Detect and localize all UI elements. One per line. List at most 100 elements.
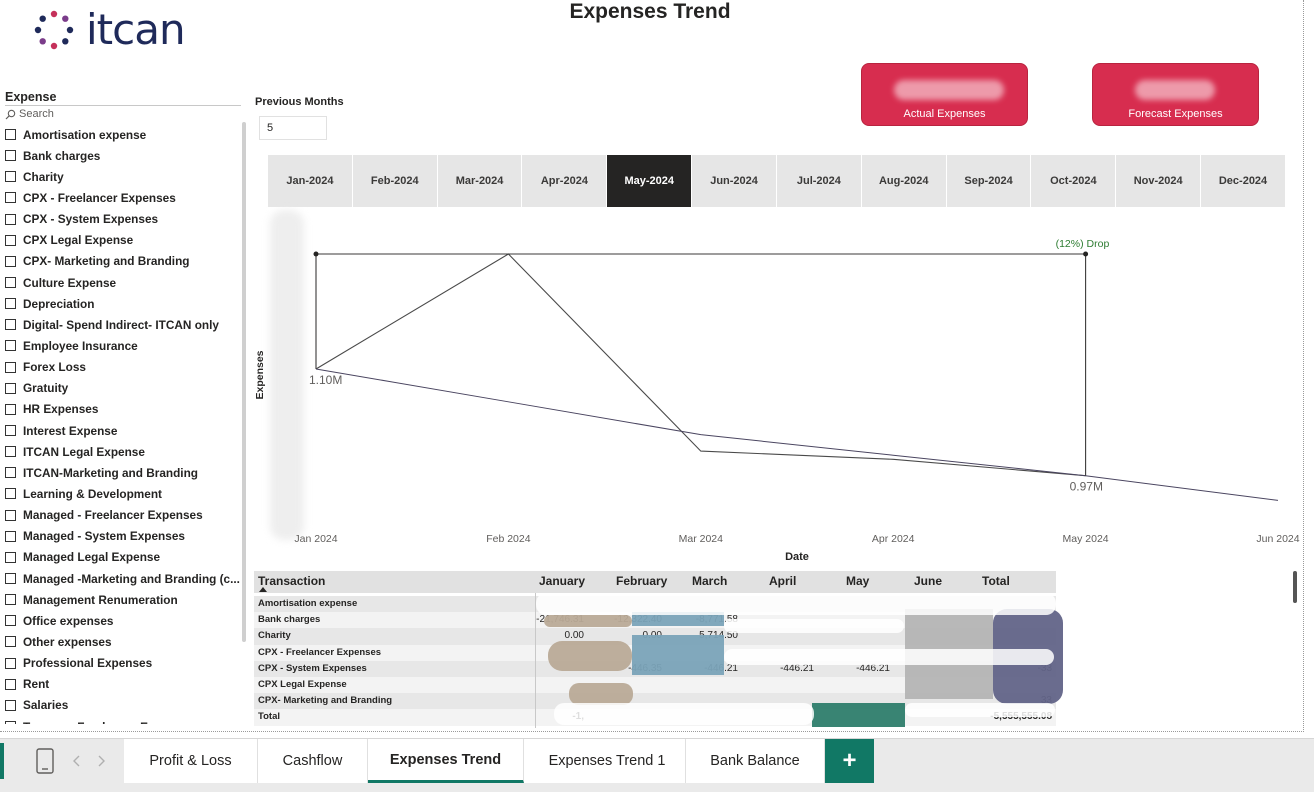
checkbox[interactable] [5, 509, 16, 521]
checkbox[interactable] [5, 657, 16, 669]
month-tab[interactable]: Apr-2024 [522, 155, 608, 207]
slicer-item[interactable]: Interest Expense [5, 420, 243, 441]
slicer-item[interactable]: Managed -Marketing and Branding (c... [5, 568, 243, 589]
tab-expenses-trend-1[interactable]: Expenses Trend 1 [524, 739, 686, 783]
month-tab[interactable]: Aug-2024 [862, 155, 947, 207]
header-march[interactable]: March [692, 574, 727, 588]
slicer-item-label: Professional Expenses [23, 656, 153, 671]
slicer-item[interactable]: Culture Expense [5, 272, 243, 293]
slicer-item[interactable]: Amortisation expense [5, 124, 243, 145]
checkbox[interactable] [5, 678, 16, 690]
previous-months-input[interactable]: 5 [259, 116, 327, 140]
slicer-item-label: CPX - System Expenses [23, 212, 159, 227]
slicer-item[interactable]: Bank charges [5, 145, 243, 166]
checkbox[interactable] [5, 721, 16, 724]
slicer-item[interactable]: Managed - System Expenses [5, 526, 243, 547]
checkbox[interactable] [5, 234, 16, 246]
slicer-item[interactable]: Tassmo - Freelancer Expenses [5, 716, 243, 724]
header-january[interactable]: January [539, 574, 585, 588]
mobile-layout-icon[interactable] [36, 748, 54, 774]
tab-bar-indicator [0, 743, 4, 779]
slicer-item[interactable]: Office expenses [5, 610, 243, 631]
checkbox[interactable] [5, 129, 16, 141]
checkbox[interactable] [5, 636, 16, 648]
slicer-item[interactable]: Gratuity [5, 378, 243, 399]
header-may[interactable]: May [846, 574, 869, 588]
slicer-item[interactable]: CPX- Marketing and Branding [5, 251, 243, 272]
slicer-item[interactable]: Forex Loss [5, 357, 243, 378]
slicer-item[interactable]: Other expenses [5, 631, 243, 652]
slicer-item[interactable]: Digital- Spend Indirect- ITCAN only [5, 314, 243, 335]
chevron-right-icon[interactable] [96, 755, 106, 767]
slicer-item[interactable]: Rent [5, 674, 243, 695]
checkbox[interactable] [5, 615, 16, 627]
month-tab[interactable]: Jun-2024 [692, 155, 777, 207]
tab-label: Expenses Trend 1 [548, 753, 666, 769]
slicer-item-label: CPX Legal Expense [23, 233, 134, 248]
header-april[interactable]: April [769, 574, 796, 588]
month-tab[interactable]: Jul-2024 [777, 155, 862, 207]
tab-cashflow[interactable]: Cashflow [258, 739, 368, 783]
slicer-item[interactable]: Employee Insurance [5, 335, 243, 356]
checkbox[interactable] [5, 573, 16, 585]
header-transaction[interactable]: Transaction [258, 574, 325, 588]
header-total[interactable]: Total [982, 574, 1010, 588]
slicer-item[interactable]: CPX Legal Expense [5, 230, 243, 251]
slicer-item[interactable]: Managed - Freelancer Expenses [5, 505, 243, 526]
slicer-item[interactable]: Professional Expenses [5, 653, 243, 674]
header-february[interactable]: February [616, 574, 667, 588]
slicer-item[interactable]: Depreciation [5, 293, 243, 314]
month-tab[interactable]: Sep-2024 [947, 155, 1032, 207]
checkbox[interactable] [5, 213, 16, 225]
slicer-item[interactable]: ITCAN Legal Expense [5, 441, 243, 462]
checkbox[interactable] [5, 446, 16, 458]
checkbox[interactable] [5, 425, 16, 437]
checkbox[interactable] [5, 298, 16, 310]
slicer-item[interactable]: Learning & Development [5, 483, 243, 504]
slicer-item[interactable]: HR Expenses [5, 399, 243, 420]
slicer-item[interactable]: Salaries [5, 695, 243, 716]
month-tab[interactable]: Mar-2024 [438, 155, 523, 207]
slicer-item[interactable]: Charity [5, 166, 243, 187]
series-actual-line [315, 253, 1086, 477]
checkbox[interactable] [5, 340, 16, 352]
canvas-border [0, 731, 1304, 732]
checkbox[interactable] [5, 403, 16, 415]
slicer-item-label: Managed - Freelancer Expenses [23, 508, 203, 523]
checkbox[interactable] [5, 192, 16, 204]
add-page-button[interactable]: + [825, 739, 874, 783]
month-tab[interactable]: Oct-2024 [1031, 155, 1117, 207]
tab-expenses-trend[interactable]: Expenses Trend [368, 739, 524, 783]
checkbox[interactable] [5, 467, 16, 479]
checkbox[interactable] [5, 551, 16, 563]
checkbox[interactable] [5, 382, 16, 394]
slicer-item[interactable]: Management Renumeration [5, 589, 243, 610]
slicer-item[interactable]: CPX - System Expenses [5, 209, 243, 230]
month-tab[interactable]: Feb-2024 [353, 155, 438, 207]
checkbox[interactable] [5, 488, 16, 500]
tab-profit-loss[interactable]: Profit & Loss [124, 739, 258, 783]
checkbox[interactable] [5, 530, 16, 542]
header-june[interactable]: June [914, 574, 942, 588]
slicer-search-input[interactable]: Search [5, 107, 241, 121]
checkbox[interactable] [5, 255, 16, 267]
tab-bank-balance[interactable]: Bank Balance [686, 739, 825, 783]
month-tab[interactable]: May-2024 [607, 155, 693, 207]
checkbox[interactable] [5, 699, 16, 711]
chevron-left-icon[interactable] [72, 755, 82, 767]
slicer-item[interactable]: CPX - Freelancer Expenses [5, 187, 243, 208]
slicer-scrollbar[interactable] [242, 122, 246, 642]
checkbox[interactable] [5, 319, 16, 331]
checkbox[interactable] [5, 171, 16, 183]
checkbox[interactable] [5, 594, 16, 606]
checkbox[interactable] [5, 361, 16, 373]
checkbox[interactable] [5, 277, 16, 289]
month-tab[interactable]: Jan-2024 [268, 155, 353, 207]
checkbox[interactable] [5, 150, 16, 162]
slicer-item[interactable]: ITCAN-Marketing and Branding [5, 462, 243, 483]
slicer-item-label: Bank charges [23, 148, 101, 163]
month-tab[interactable]: Nov-2024 [1116, 155, 1202, 207]
slicer-item[interactable]: Managed Legal Expense [5, 547, 243, 568]
month-tab[interactable]: Dec-2024 [1201, 155, 1286, 207]
matrix-scrollbar[interactable] [1293, 571, 1297, 603]
